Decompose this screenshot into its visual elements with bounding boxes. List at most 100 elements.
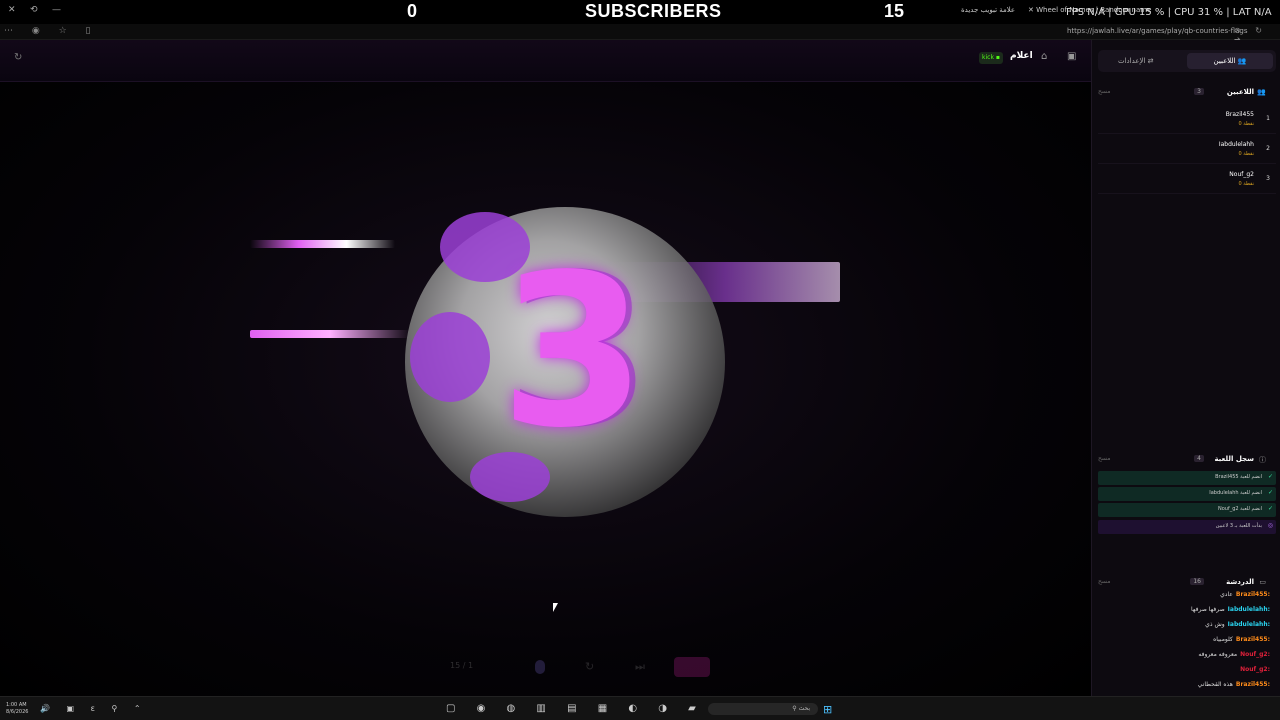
windows-start-icon[interactable]: ⊞ xyxy=(823,703,832,716)
taskbar: 1:00 AM 8/6/2026 🔊 ▣ ε ⚲ ⌃ ▢ ◉ ◍ ▥ ▤ ▦ ◐… xyxy=(0,696,1280,720)
chat-message-text: معروفه معروفه xyxy=(1198,651,1238,658)
kick-badge: kick ▪ xyxy=(979,52,1003,64)
chat-username[interactable]: Brazil455: xyxy=(1236,681,1270,688)
player-row[interactable]: Iabdulelahh 0 نقطة 2 xyxy=(1098,138,1276,164)
browser-nav-icons[interactable]: ⋯ ◉ ☆ ▯ xyxy=(4,26,98,36)
clock: 1:00 AM 8/6/2026 xyxy=(6,702,28,716)
chat-message-text: كلومبياه xyxy=(1213,636,1233,643)
tab-players-label: اللاعبين xyxy=(1213,57,1236,65)
tab-settings[interactable]: الإعدادات ⇄ xyxy=(1110,53,1161,69)
restore-icon[interactable]: ⟲ xyxy=(30,5,38,15)
log-row: Iabdulelahh انضم للعبة ✓ xyxy=(1098,487,1276,501)
subscriber-right-count: 15 xyxy=(884,1,905,21)
player-name: Iabdulelahh xyxy=(1218,141,1254,148)
log-text: Nouf_g2 انضم للعبة xyxy=(1217,506,1262,512)
chat-username[interactable]: Iabdulelahh: xyxy=(1228,606,1270,613)
chat-message: Nouf_g2: xyxy=(1098,666,1270,679)
menu-icon[interactable]: ▣ xyxy=(1067,51,1076,62)
replay-icon[interactable]: ↻ xyxy=(585,660,594,673)
glitch-streak xyxy=(250,330,410,338)
player-rank: 1 xyxy=(1266,115,1270,122)
chat-icon: ▭ xyxy=(1259,578,1266,586)
chat-username[interactable]: Iabdulelahh: xyxy=(1228,621,1270,628)
taskbar-search[interactable]: ⚲ بحث xyxy=(708,703,818,715)
chat-clear-button[interactable]: مسح xyxy=(1098,578,1110,585)
game-started-icon: ◎ xyxy=(1267,522,1273,529)
log-text: بدأت اللعبة بـ 3 لاعبين xyxy=(1215,523,1262,529)
stream-overlay-bar: ✕ ⟲ — 0 SUBSCRIBERS 15 علامة تبويب جديدة… xyxy=(0,0,1280,24)
player-score: 0 نقطة xyxy=(1238,151,1254,157)
player-rank: 2 xyxy=(1266,145,1270,152)
log-row: Brazil455 انضم للعبة ✓ xyxy=(1098,471,1276,485)
chat-message: صرفها صرفها Iabdulelahh: xyxy=(1098,606,1270,619)
system-tray-icons[interactable]: 🔊 ▣ ε ⚲ ⌃ xyxy=(40,704,148,713)
user-joined-icon: ✓ xyxy=(1267,473,1273,480)
url-field[interactable]: https://jawlah.live/ar/games/play/qb-cou… xyxy=(1067,27,1247,35)
ball-spot xyxy=(410,312,490,402)
game-title: اعلام xyxy=(1010,51,1033,61)
chat-message: معروفه معروفه Nouf_g2: xyxy=(1098,651,1270,664)
player-row[interactable]: Brazil455 0 نقطة 1 xyxy=(1098,108,1276,134)
user-joined-icon: ✓ xyxy=(1267,489,1273,496)
sidebar-tabs: الإعدادات ⇄ اللاعبين 👥 xyxy=(1098,50,1276,72)
players-count: 3 xyxy=(1194,88,1204,95)
log-row: Nouf_g2 انضم للعبة ✓ xyxy=(1098,503,1276,517)
glitch-streak xyxy=(250,240,395,248)
chat-message: هذه القحطاني Brazil455: xyxy=(1098,681,1270,694)
performance-stats: FPS N/A | GPU 15 % | CPU 31 % | LAT N/A xyxy=(1066,7,1272,18)
chat-message-text: صرفها صرفها xyxy=(1191,606,1225,613)
chat-message-text: وش ذي xyxy=(1205,621,1225,628)
progress-text: 15 / 1 xyxy=(450,661,474,670)
players-clear-button[interactable]: مسح xyxy=(1098,88,1110,95)
browser-tab-new[interactable]: علامة تبويب جديدة xyxy=(961,6,1015,14)
player-score: 0 نقطة xyxy=(1238,181,1254,187)
chat-message: وش ذي Iabdulelahh: xyxy=(1098,621,1270,634)
game-stage: 3 15 / 1 ↻ ⏭ xyxy=(0,82,1091,696)
chat-message: عادي Brazil455: xyxy=(1098,591,1270,604)
chat-username[interactable]: Brazil455: xyxy=(1236,636,1270,643)
kick-label: kick xyxy=(982,54,994,61)
refresh-icon[interactable]: ↻ xyxy=(14,52,22,63)
info-icon: ⓘ xyxy=(1259,456,1266,464)
player-score: 0 نقطة xyxy=(1238,121,1254,127)
chat-username[interactable]: Brazil455: xyxy=(1236,591,1270,598)
skip-icon[interactable]: ⏭ xyxy=(635,660,645,674)
chat-username[interactable]: Nouf_g2: xyxy=(1240,651,1270,658)
chat-section-title: الدردشة xyxy=(1226,578,1254,586)
sidebar: الإعدادات ⇄ اللاعبين 👥 مسح 3 اللاعبين 👥 … xyxy=(1091,40,1280,696)
chat-count: 16 xyxy=(1190,578,1204,585)
log-clear-button[interactable]: مسح xyxy=(1098,455,1110,462)
log-row: بدأت اللعبة بـ 3 لاعبين ◎ xyxy=(1098,520,1276,534)
player-name: Nouf_g2 xyxy=(1229,171,1254,178)
progress-handle[interactable] xyxy=(535,660,545,674)
chat-message-text: هذه القحطاني xyxy=(1197,681,1233,688)
tab-settings-label: الإعدادات xyxy=(1118,57,1146,65)
search-icon: ⚲ xyxy=(792,705,797,712)
subscribers-title: SUBSCRIBERS xyxy=(585,1,722,21)
log-count: 4 xyxy=(1194,455,1204,462)
subscriber-left-count: 0 xyxy=(407,1,418,21)
search-placeholder: بحث xyxy=(798,705,810,712)
log-text: Iabdulelahh انضم للعبة xyxy=(1209,490,1262,496)
home-icon[interactable]: ⌂ xyxy=(1041,51,1047,62)
clock-date: 8/6/2026 xyxy=(6,709,29,715)
user-joined-icon: ✓ xyxy=(1267,505,1273,512)
log-text: Brazil455 انضم للعبة xyxy=(1215,474,1262,480)
users-icon: 👥 xyxy=(1257,88,1266,96)
close-icon[interactable]: ✕ xyxy=(8,5,16,15)
stop-button[interactable] xyxy=(674,657,710,677)
chat-username[interactable]: Nouf_g2: xyxy=(1240,666,1270,673)
tab-players[interactable]: اللاعبين 👥 xyxy=(1187,53,1273,69)
chat-message-text: عادي xyxy=(1220,591,1233,598)
mouse-cursor xyxy=(553,603,558,612)
chat-message: كلومبياه Brazil455: xyxy=(1098,636,1270,649)
countdown-number: 3 xyxy=(500,229,647,474)
player-rank: 3 xyxy=(1266,175,1270,182)
player-row[interactable]: Nouf_g2 0 نقطة 3 xyxy=(1098,168,1276,194)
log-section-title: سجل اللعبة xyxy=(1214,455,1254,463)
game-header: ↻ kick ▪ اعلام ⌂ ▣ xyxy=(0,40,1091,82)
playback-controls: 15 / 1 ↻ ⏭ xyxy=(380,657,720,677)
address-bar: ⋯ ◉ ☆ ▯ https://jawlah.live/ar/games/pla… xyxy=(0,24,1280,44)
minimize-icon[interactable]: — xyxy=(52,5,61,15)
clock-time: 1:00 AM xyxy=(6,702,27,708)
